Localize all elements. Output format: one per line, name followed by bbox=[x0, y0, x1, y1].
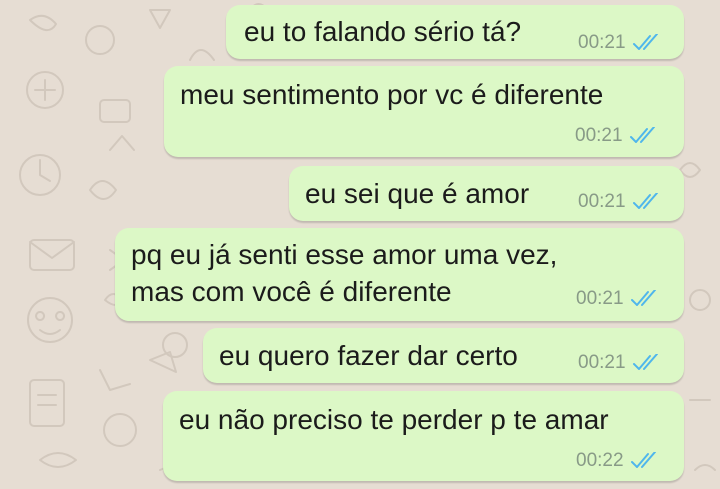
message-bubble-outgoing[interactable]: meu sentimento por vc é diferente 00:21 bbox=[164, 66, 684, 157]
message-text: meu sentimento por vc é diferente bbox=[180, 79, 604, 110]
message-meta: 00:21 bbox=[576, 288, 660, 310]
message-time: 00:22 bbox=[576, 450, 624, 471]
message-time: 00:21 bbox=[578, 352, 626, 373]
message-text: eu não preciso te perder p te amar bbox=[179, 404, 609, 435]
message-text-line-1: pq eu já senti esse amor uma vez, bbox=[131, 239, 558, 270]
chat-area: eu to falando sério tá? 00:21 meu sentim… bbox=[0, 0, 720, 489]
message-bubble-outgoing[interactable]: eu quero fazer dar certo 00:21 bbox=[203, 328, 684, 383]
double-check-read-icon bbox=[632, 354, 658, 370]
message-meta: 00:21 bbox=[578, 352, 662, 374]
message-time: 00:21 bbox=[578, 32, 626, 53]
message-text: eu quero fazer dar certo bbox=[219, 340, 518, 371]
message-text-line-2: mas com você é diferente bbox=[131, 276, 452, 307]
double-check-read-icon bbox=[629, 127, 655, 143]
message-text: eu sei que é amor bbox=[305, 178, 530, 209]
message-meta: 00:22 bbox=[576, 450, 660, 472]
message-bubble-outgoing[interactable]: eu sei que é amor 00:21 bbox=[289, 166, 684, 221]
double-check-read-icon bbox=[630, 290, 656, 306]
message-bubble-outgoing[interactable]: eu to falando sério tá? 00:21 bbox=[226, 5, 684, 59]
double-check-read-icon bbox=[632, 193, 658, 209]
message-meta: 00:21 bbox=[578, 32, 662, 54]
message-time: 00:21 bbox=[578, 191, 626, 212]
message-meta: 00:21 bbox=[575, 125, 659, 147]
message-meta: 00:21 bbox=[578, 191, 662, 213]
message-bubble-outgoing[interactable]: eu não preciso te perder p te amar 00:22 bbox=[163, 391, 684, 481]
message-bubble-outgoing[interactable]: pq eu já senti esse amor uma vez, mas co… bbox=[115, 228, 684, 321]
double-check-read-icon bbox=[630, 452, 656, 468]
message-time: 00:21 bbox=[575, 125, 623, 146]
double-check-read-icon bbox=[632, 34, 658, 50]
message-time: 00:21 bbox=[576, 288, 624, 309]
message-text: eu to falando sério tá? bbox=[244, 16, 522, 47]
